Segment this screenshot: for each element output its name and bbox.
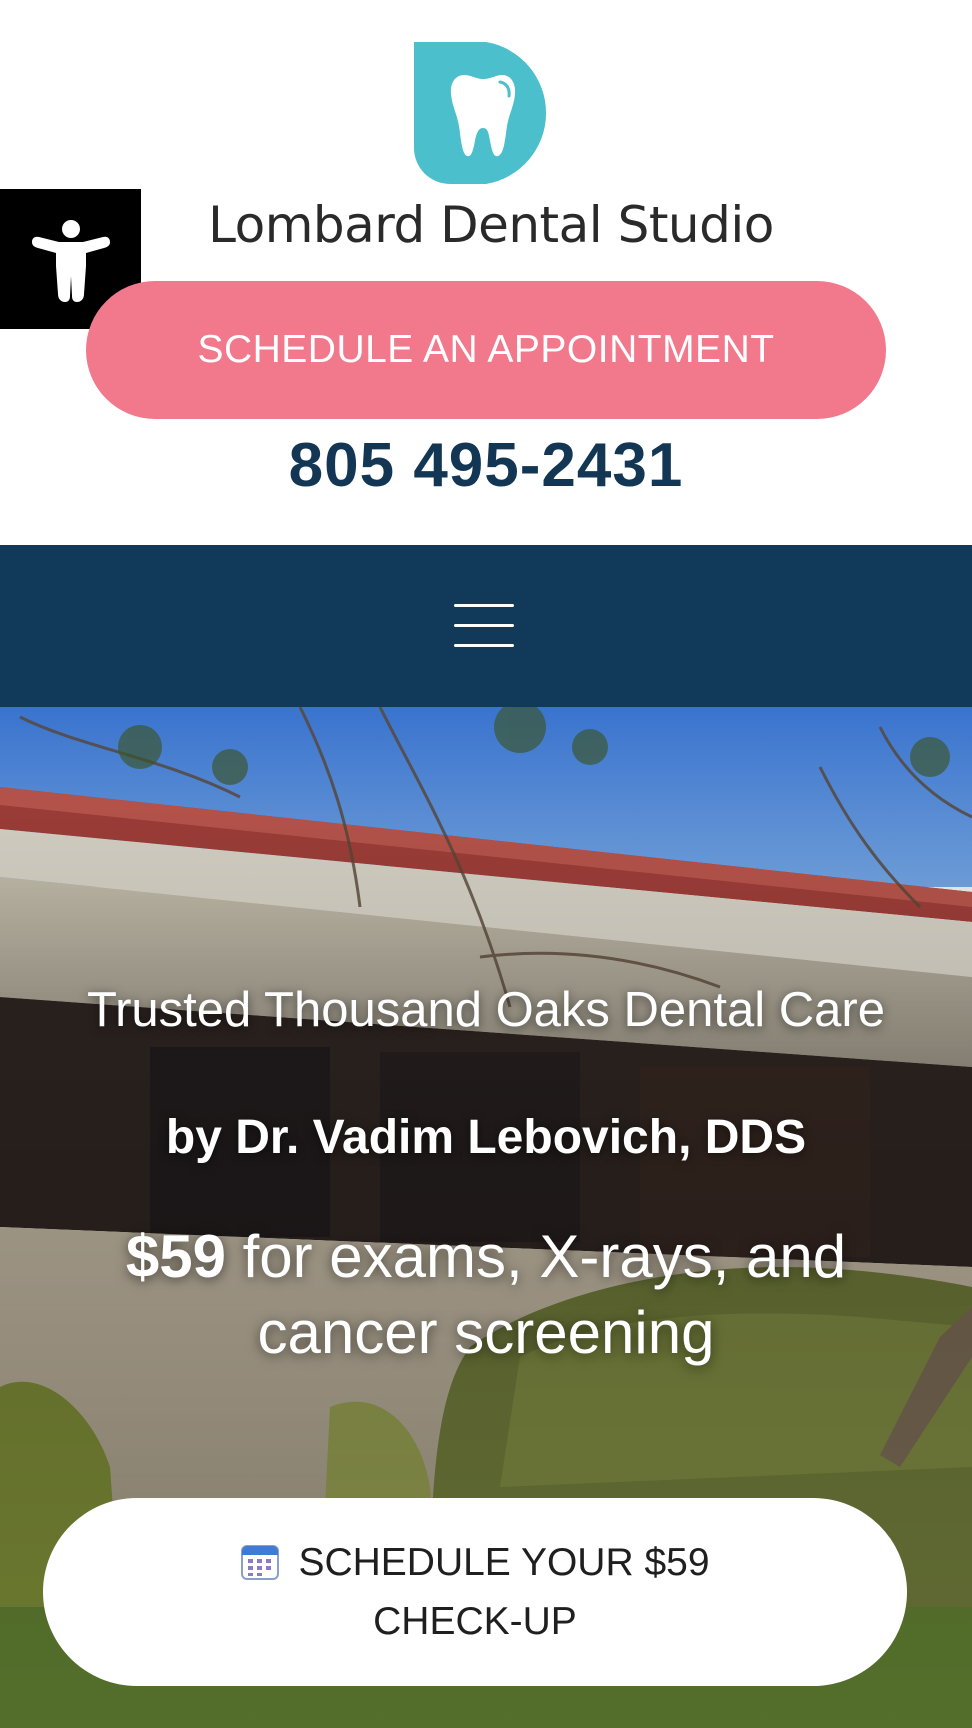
calendar-icon bbox=[240, 1541, 280, 1595]
checkup-label-line1: SCHEDULE YOUR $59 bbox=[298, 1541, 710, 1584]
schedule-appointment-button[interactable]: SCHEDULE AN APPOINTMENT bbox=[86, 281, 886, 419]
tooth-logo-icon[interactable] bbox=[414, 42, 560, 184]
hero-section: Trusted Thousand Oaks Dental Care by Dr.… bbox=[0, 707, 972, 1728]
schedule-checkup-button[interactable]: SCHEDULE YOUR $59 CHECK-UP bbox=[43, 1498, 907, 1686]
hero-title: Trusted Thousand Oaks Dental Care bbox=[86, 983, 886, 1037]
offer-description: for exams, X-rays, and cancer screening bbox=[225, 1223, 847, 1366]
hamburger-menu-icon[interactable] bbox=[448, 598, 520, 654]
checkup-label-line2: CHECK-UP bbox=[373, 1600, 577, 1643]
offer-price: $59 bbox=[125, 1223, 226, 1290]
brand-name: Lombard Dental Studio bbox=[208, 196, 774, 254]
phone-number-link[interactable]: 805 495-2431 bbox=[0, 430, 972, 501]
hero-doctor-line: by Dr. Vadim Lebovich, DDS bbox=[165, 1111, 807, 1164]
nav-bar bbox=[0, 545, 972, 707]
hero-offer: $59 for exams, X-rays, and cancer screen… bbox=[30, 1219, 942, 1371]
accessibility-person-icon bbox=[31, 220, 110, 302]
site-header: Lombard Dental Studio SCHEDULE AN APPOIN… bbox=[0, 0, 972, 545]
